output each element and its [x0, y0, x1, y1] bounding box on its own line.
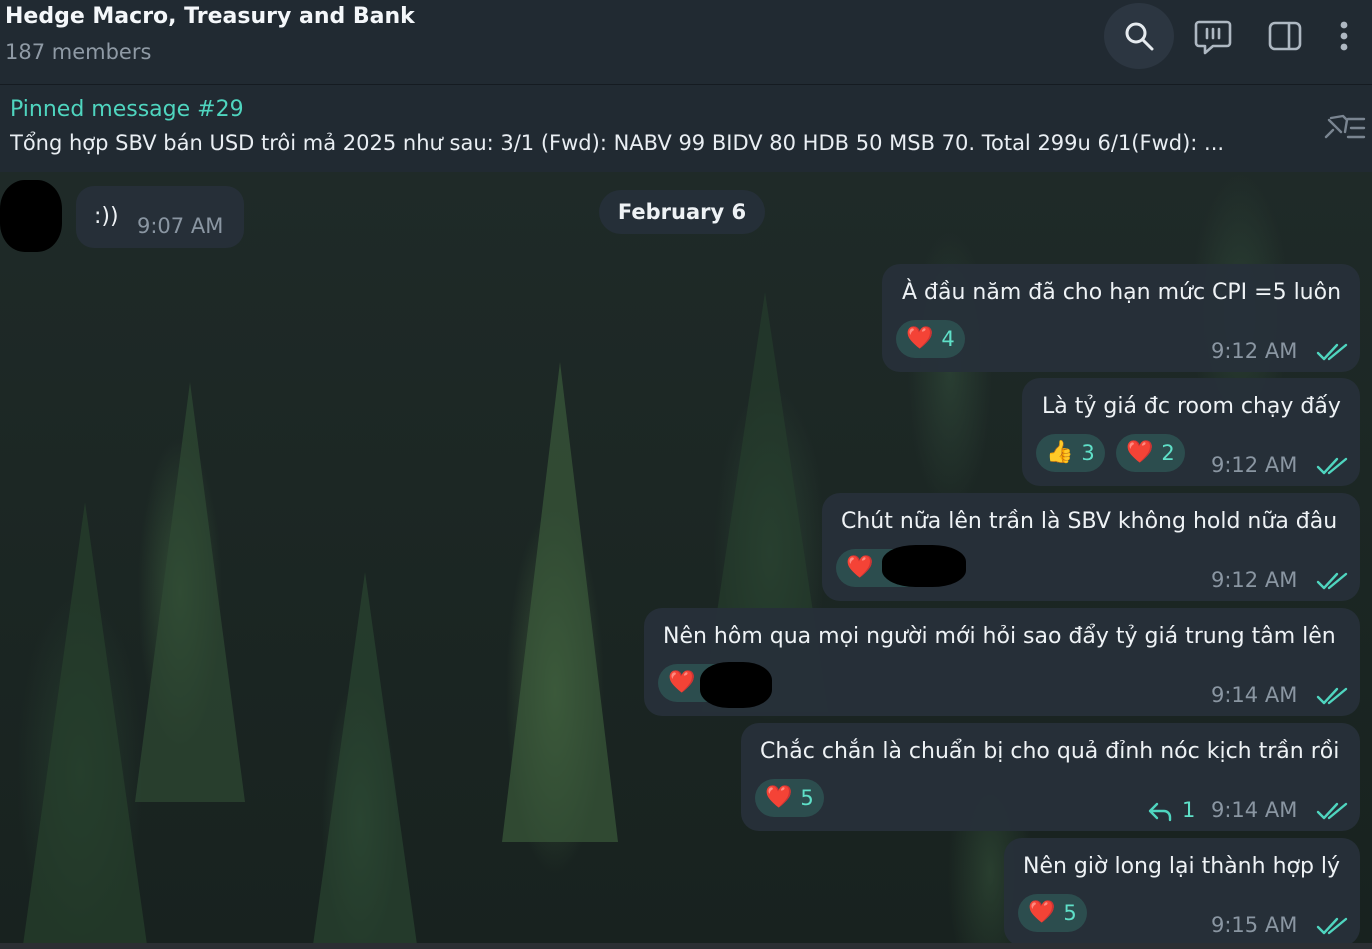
message-text: Nên hôm qua mọi người mới hỏi sao đẩy tỷ… — [663, 624, 1336, 649]
comments-button[interactable] — [1178, 3, 1248, 69]
member-count[interactable]: 187 members — [5, 40, 151, 64]
chat-title[interactable]: Hedge Macro, Treasury and Bank — [5, 4, 415, 29]
message-bubble[interactable]: Chút nữa lên trần là SBV không hold nữa … — [822, 493, 1360, 601]
redacted-avatars — [882, 545, 966, 587]
search-button[interactable] — [1104, 3, 1174, 69]
bottom-divider — [0, 943, 1372, 949]
heart-icon: ❤️ — [906, 326, 934, 351]
message-bubble[interactable]: Là tỷ giá đc room chạy đấy 👍 3 ❤️ 2 9:12… — [1022, 378, 1360, 486]
more-icon — [1340, 21, 1348, 51]
heart-icon: ❤️ — [668, 670, 696, 695]
reaction-heart[interactable]: ❤️ 5 — [755, 779, 824, 817]
message-text: Chút nữa lên trần là SBV không hold nữa … — [841, 509, 1338, 534]
message-time: 9:12 AM — [1211, 568, 1298, 592]
message-bubble[interactable]: Nên hôm qua mọi người mới hỏi sao đẩy tỷ… — [644, 608, 1360, 716]
message-bubble[interactable]: Nên giờ long lại thành hợp lý ❤️ 5 9:15 … — [1004, 838, 1360, 946]
message-time: 9:12 AM — [1211, 453, 1298, 477]
message-time: 9:07 AM — [137, 214, 224, 238]
reaction-heart[interactable]: ❤️ 4 — [896, 320, 965, 358]
reply-icon[interactable] — [1148, 801, 1172, 823]
chat-header: Hedge Macro, Treasury and Bank 187 membe… — [0, 0, 1372, 84]
message-text: À đầu năm đã cho hạn mức CPI =5 luôn — [902, 280, 1342, 305]
background-tree — [500, 362, 620, 842]
reaction-count: 5 — [1063, 901, 1077, 925]
message-time: 9:14 AM — [1211, 683, 1298, 707]
background-tree — [310, 572, 420, 949]
message-bubble[interactable]: Chắc chắn là chuẩn bị cho quả đỉnh nóc k… — [741, 723, 1360, 831]
avatar[interactable] — [0, 180, 62, 252]
message-text: :)) — [94, 204, 119, 229]
chat-area[interactable]: :)) 9:07 AM February 6 À đầu năm đã cho … — [0, 172, 1372, 949]
sidebar-icon — [1268, 21, 1302, 51]
read-checkmarks-icon — [1316, 687, 1348, 705]
heart-icon: ❤️ — [846, 555, 874, 580]
pinned-text: Tổng hợp SBV bán USD trôi mả 2025 như sa… — [10, 131, 1225, 155]
comments-icon — [1194, 20, 1232, 55]
read-checkmarks-icon — [1316, 343, 1348, 361]
search-icon — [1125, 22, 1154, 51]
message-time: 9:15 AM — [1211, 913, 1298, 937]
reaction-count: 2 — [1161, 441, 1175, 465]
pin-list-button[interactable] — [1318, 111, 1368, 147]
heart-icon: ❤️ — [1126, 440, 1154, 465]
pinned-message-bar[interactable]: Pinned message #29 Tổng hợp SBV bán USD … — [0, 84, 1372, 172]
background-tree — [20, 502, 150, 949]
message-time: 9:12 AM — [1211, 339, 1298, 363]
message-time: 9:14 AM — [1211, 798, 1298, 822]
pin-list-icon — [1324, 114, 1366, 139]
message-text: Chắc chắn là chuẩn bị cho quả đỉnh nóc k… — [760, 739, 1340, 764]
reaction-heart[interactable]: ❤️ 2 — [1116, 434, 1185, 472]
read-checkmarks-icon — [1316, 917, 1348, 935]
reply-count[interactable]: 1 — [1182, 798, 1195, 822]
read-checkmarks-icon — [1316, 572, 1348, 590]
read-checkmarks-icon — [1316, 802, 1348, 820]
heart-icon: ❤️ — [1028, 900, 1056, 925]
message-text: Nên giờ long lại thành hợp lý — [1023, 854, 1341, 879]
reaction-count: 4 — [941, 327, 955, 351]
reaction-count: 3 — [1081, 441, 1095, 465]
date-separator: February 6 — [599, 190, 765, 234]
reaction-thumbs-up[interactable]: 👍 3 — [1036, 434, 1105, 472]
read-checkmarks-icon — [1316, 457, 1348, 475]
message-bubble[interactable]: À đầu năm đã cho hạn mức CPI =5 luôn ❤️ … — [882, 264, 1360, 372]
reaction-heart[interactable]: ❤️ 5 — [1018, 894, 1087, 932]
message-text: Là tỷ giá đc room chạy đấy — [1042, 394, 1341, 419]
toggle-sidebar-button[interactable] — [1250, 3, 1320, 69]
pinned-title: Pinned message #29 — [10, 97, 244, 122]
more-button[interactable] — [1316, 3, 1372, 69]
incoming-message[interactable]: :)) 9:07 AM — [76, 186, 244, 248]
thumbs-up-icon: 👍 — [1046, 440, 1074, 465]
heart-icon: ❤️ — [765, 785, 793, 810]
redacted-avatars — [700, 662, 772, 708]
reaction-count: 5 — [800, 786, 814, 810]
